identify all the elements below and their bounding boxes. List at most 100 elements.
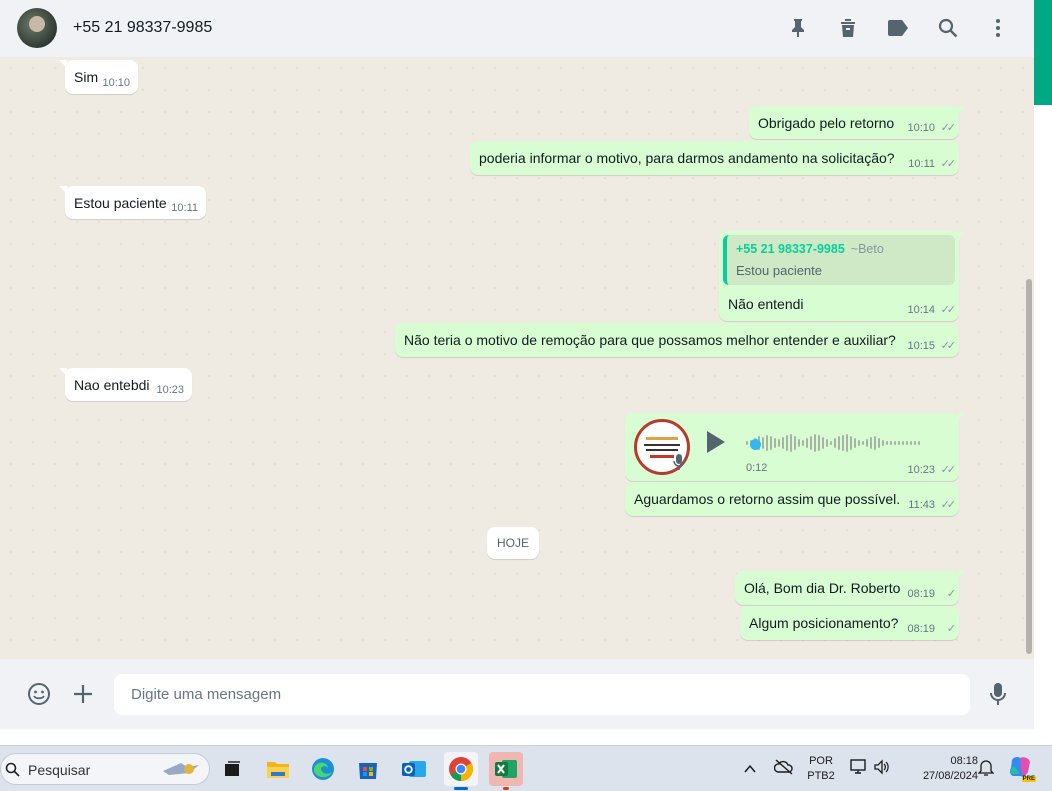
chevron-up-icon[interactable] xyxy=(744,761,756,779)
audio-scrubber[interactable] xyxy=(750,439,761,450)
keyboard-language-code: POR xyxy=(809,755,833,767)
waveform-bar xyxy=(898,441,900,445)
message-outgoing[interactable]: Olá, Bom dia Dr. Roberto 08:19 ✓ xyxy=(735,571,965,605)
microsoft-store-icon[interactable] xyxy=(351,752,385,786)
delete-icon[interactable] xyxy=(836,16,860,40)
message-time: 10:23 xyxy=(907,464,935,476)
file-explorer-icon[interactable] xyxy=(261,752,295,786)
waveform-bar xyxy=(890,441,892,445)
waveform-bar xyxy=(762,437,764,449)
sent-tick-icon: ✓ xyxy=(946,588,956,600)
message-outgoing[interactable]: Aguardamos o retorno assim que possível.… xyxy=(625,482,959,516)
contact-name[interactable]: +55 21 98337-9985 xyxy=(73,19,212,37)
waveform-bar xyxy=(842,435,844,451)
message-outgoing[interactable]: Obrigado pelo retorno 10:10 ✓✓ xyxy=(749,106,965,139)
waveform-bar xyxy=(874,436,876,450)
task-view-icon[interactable] xyxy=(215,752,249,786)
quoted-message[interactable]: +55 21 98337-9985 ~Beto Estou paciente xyxy=(723,235,955,285)
message-text: Não teria o motivo de remoção para que p… xyxy=(404,332,896,348)
audio-waveform[interactable] xyxy=(746,431,941,455)
side-panel-edge xyxy=(1034,105,1052,745)
copilot-icon[interactable]: PRE xyxy=(1008,754,1036,782)
taskbar-search[interactable]: Pesquisar xyxy=(0,753,210,785)
waveform-bar xyxy=(770,436,772,450)
waveform-bar xyxy=(902,441,904,445)
chat-scrollbar[interactable] xyxy=(1026,279,1032,654)
chat-header: +55 21 98337-9985 xyxy=(0,0,1034,57)
waveform-bar xyxy=(790,434,792,452)
read-receipt-icon: ✓✓ xyxy=(940,122,957,134)
waveform-bar xyxy=(834,438,836,448)
message-text: poderia informar o motivo, para darmos a… xyxy=(479,150,895,166)
attach-plus-icon[interactable] xyxy=(70,681,96,707)
label-icon[interactable] xyxy=(886,16,910,40)
waveform-bar xyxy=(818,435,820,451)
menu-icon[interactable] xyxy=(986,16,1010,40)
waveform-bar xyxy=(866,439,868,447)
message-incoming[interactable]: Nao entebdi 10:23 xyxy=(59,368,192,401)
waveform-bar xyxy=(914,441,916,445)
pin-icon[interactable] xyxy=(786,16,810,40)
waveform-bar xyxy=(846,434,848,452)
message-outgoing[interactable]: poderia informar o motivo, para darmos a… xyxy=(470,141,959,175)
waveform-bar xyxy=(882,440,884,446)
taskbar-search-label: Pesquisar xyxy=(28,762,91,778)
message-outgoing-reply[interactable]: +55 21 98337-9985 ~Beto Estou paciente Nã… xyxy=(719,231,965,321)
message-time: 10:11 xyxy=(171,202,198,214)
play-icon[interactable] xyxy=(707,431,725,453)
waveform-bar xyxy=(838,436,840,450)
search-icon[interactable] xyxy=(936,16,960,40)
keyboard-language[interactable]: POR PTB2 xyxy=(803,754,839,784)
waveform-bar xyxy=(778,439,780,447)
message-incoming[interactable]: Estou paciente 10:11 xyxy=(59,186,206,219)
emoji-icon[interactable] xyxy=(26,681,52,707)
message-time: 08:19 xyxy=(907,588,935,600)
avatar[interactable] xyxy=(17,8,57,48)
message-time: 10:11 xyxy=(908,158,935,170)
message-text: Olá, Bom dia Dr. Roberto xyxy=(744,580,901,596)
message-input[interactable]: Digite uma mensagem xyxy=(114,674,970,715)
message-time: 10:23 xyxy=(156,384,184,396)
onedrive-offline-icon[interactable] xyxy=(773,759,794,780)
microphone-icon[interactable] xyxy=(985,681,1011,707)
windows-taskbar: Pesquisar POR PTB2 08:18 27/08/2024 PRE xyxy=(0,745,1052,791)
waveform-bar xyxy=(810,436,812,450)
waveform-bar xyxy=(822,437,824,449)
chat-area[interactable]: Sim 10:10 Obrigado pelo retorno 10:10 ✓✓… xyxy=(0,57,1034,659)
message-time: 10:10 xyxy=(907,122,935,134)
waveform-bar xyxy=(910,441,912,445)
notification-bell-icon[interactable] xyxy=(977,759,995,782)
message-outgoing[interactable]: Algum posicionamento? 08:19 ✓ xyxy=(740,606,959,640)
volume-icon[interactable] xyxy=(873,759,891,780)
message-incoming[interactable]: Sim 10:10 xyxy=(59,60,138,94)
clock[interactable]: 08:18 27/08/2024 xyxy=(902,754,978,784)
clock-time: 08:18 xyxy=(950,755,978,767)
waveform-bar xyxy=(858,440,860,446)
waveform-bar xyxy=(870,437,872,449)
waveform-bar xyxy=(814,434,816,452)
excel-icon[interactable] xyxy=(489,752,523,790)
quote-text: Estou paciente xyxy=(736,263,823,278)
clock-date: 27/08/2024 xyxy=(922,770,978,782)
waveform-bar xyxy=(878,438,880,448)
message-text: Sim xyxy=(74,69,99,85)
keyboard-layout-code: PTB2 xyxy=(807,770,835,782)
waveform-bar xyxy=(798,439,800,447)
outlook-icon[interactable] xyxy=(397,752,431,786)
network-icon[interactable] xyxy=(850,759,868,780)
waveform-bar xyxy=(766,435,768,451)
date-divider: HOJE xyxy=(487,527,539,559)
waveform-bar xyxy=(826,439,828,447)
read-receipt-icon: ✓✓ xyxy=(940,499,957,511)
edge-browser-icon[interactable] xyxy=(306,752,340,786)
read-receipt-icon: ✓✓ xyxy=(940,304,957,316)
sent-tick-icon: ✓ xyxy=(946,623,956,635)
chrome-icon[interactable] xyxy=(444,752,478,790)
read-receipt-icon: ✓✓ xyxy=(940,464,957,476)
message-outgoing[interactable]: Não teria o motivo de remoção para que p… xyxy=(395,323,959,357)
waveform-bar xyxy=(894,441,896,445)
waveform-bar xyxy=(862,441,864,445)
voice-message[interactable]: 0:12 10:23 ✓✓ xyxy=(625,413,965,481)
message-time: 10:15 xyxy=(907,340,935,352)
quote-author: +55 21 98337-9985 ~Beto xyxy=(736,242,884,256)
